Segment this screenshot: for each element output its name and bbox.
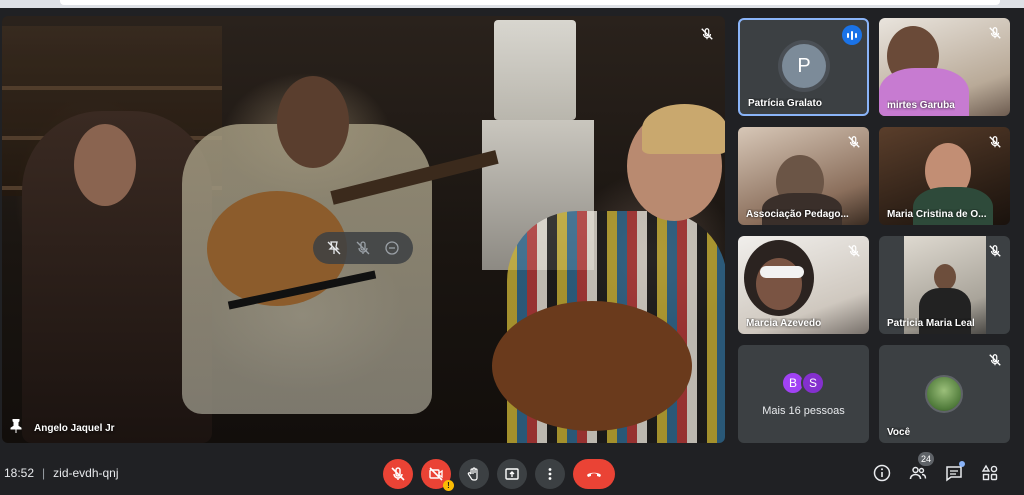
- meeting-info: 18:52 | zid-evdh-qnj: [4, 466, 119, 480]
- meeting-separator: |: [42, 466, 46, 480]
- participant-name: Associação Pedago...: [746, 209, 849, 220]
- mic-off-icon: [844, 132, 864, 152]
- camera-toggle-button[interactable]: !: [421, 459, 454, 491]
- leave-call-button[interactable]: [573, 459, 615, 489]
- participant-tile[interactable]: Associação Pedago...: [738, 127, 869, 225]
- raise-hand-icon: [467, 467, 478, 481]
- present-button[interactable]: [497, 459, 527, 489]
- participant-name: mirtes Garuba: [887, 100, 955, 111]
- participant-tile[interactable]: Patricia Maria Leal: [879, 236, 1010, 334]
- mic-off-icon: [985, 241, 1005, 261]
- call-controls: !: [383, 459, 615, 491]
- mic-off-icon: [391, 467, 405, 481]
- participant-name: Marcia Azevedo: [746, 318, 822, 329]
- meeting-time: 18:52: [4, 466, 35, 480]
- singer-face: [74, 124, 136, 206]
- participant-tile[interactable]: Maria Cristina de O...: [879, 127, 1010, 225]
- pin-icon[interactable]: [322, 236, 346, 260]
- speaking-indicator-icon: [842, 25, 862, 45]
- participant-tile[interactable]: mirtes Garuba: [879, 18, 1010, 116]
- tile-hover-controls: [313, 232, 413, 264]
- side-panel-controls: 24: [870, 452, 1002, 485]
- chat-button[interactable]: [942, 461, 966, 485]
- participant-name: Maria Cristina de O...: [887, 209, 987, 220]
- meeting-details-button[interactable]: [870, 461, 894, 485]
- mute-participant-icon[interactable]: [351, 236, 375, 260]
- mic-off-icon: [985, 132, 1005, 152]
- bottom-bar: 18:52 | zid-evdh-qnj ! 24: [0, 452, 1024, 495]
- participant-name: Patrícia Gralato: [748, 98, 822, 109]
- url-bar[interactable]: [60, 0, 1000, 5]
- mic-toggle-button[interactable]: [383, 459, 413, 489]
- more-options-button[interactable]: [535, 459, 565, 489]
- avatar: P: [782, 44, 826, 88]
- people-button[interactable]: 24: [906, 452, 934, 485]
- raise-hand-button[interactable]: [459, 459, 489, 489]
- mic-off-icon: [844, 241, 864, 261]
- guitarist-face: [277, 76, 349, 168]
- presenter-name: Angelo Jaquel Jr: [34, 423, 115, 434]
- acoustic-guitar-right: [492, 301, 692, 431]
- participant-tile[interactable]: Marcia Azevedo: [738, 236, 869, 334]
- activities-icon: [981, 464, 998, 481]
- people-count-badge: 24: [917, 452, 934, 466]
- unread-dot: [959, 461, 965, 467]
- mic-off-icon: [697, 24, 717, 44]
- people-icon: [909, 466, 927, 480]
- water-cooler: [494, 20, 576, 120]
- presenter-name-tag: Angelo Jaquel Jr: [10, 418, 115, 438]
- camera-alert-icon: !: [443, 480, 454, 491]
- activities-button[interactable]: [978, 461, 1002, 485]
- more-options-icon: [548, 468, 552, 480]
- mic-off-icon: [985, 23, 1005, 43]
- present-icon: [505, 468, 519, 480]
- hangup-icon: [587, 472, 601, 477]
- pushpin-icon: [10, 418, 22, 438]
- avatar: S: [801, 371, 825, 395]
- guitarist-right-hair: [642, 104, 725, 154]
- remove-participant-icon[interactable]: [380, 236, 404, 260]
- more-participants-tile[interactable]: B S Mais 16 pessoas: [738, 345, 869, 443]
- self-name: Você: [887, 427, 911, 438]
- browser-top-strip: [0, 0, 1024, 8]
- participant-name: Patricia Maria Leal: [887, 318, 975, 329]
- mic-off-icon: [985, 350, 1005, 370]
- camera-off-icon: [429, 467, 443, 481]
- participant-tile[interactable]: P Patrícia Gralato: [738, 18, 869, 116]
- avatar: [925, 375, 963, 413]
- info-icon: [873, 464, 891, 482]
- main-video-tile[interactable]: Angelo Jaquel Jr: [2, 16, 725, 443]
- meeting-code: zid-evdh-qnj: [53, 466, 119, 480]
- more-avatars: B S: [781, 371, 825, 395]
- more-participants-label: Mais 16 pessoas: [762, 405, 845, 417]
- self-tile[interactable]: Você: [879, 345, 1010, 443]
